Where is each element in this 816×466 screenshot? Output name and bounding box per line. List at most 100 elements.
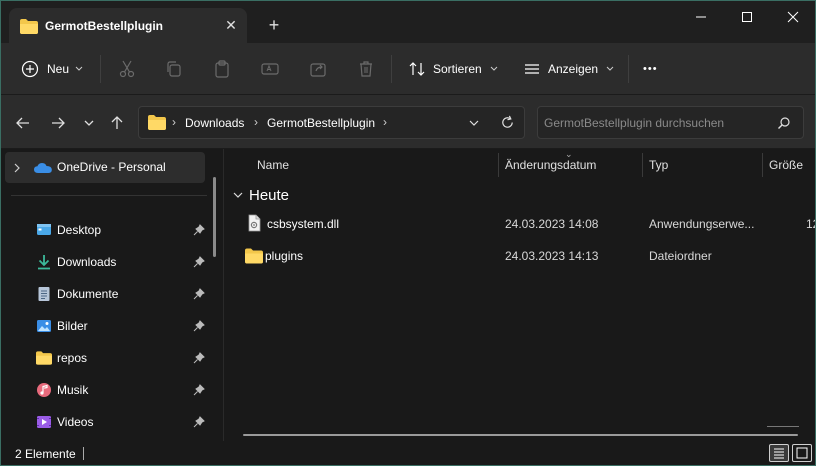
share-icon[interactable] [308,59,328,79]
breadcrumb-germotbestellplugin[interactable]: GermotBestellplugin [267,116,375,130]
chevron-right-icon: › [383,115,387,129]
close-icon [787,11,799,23]
maximize-button[interactable] [724,1,770,33]
sidebar-item-onedrive[interactable]: OneDrive - Personal [5,152,205,183]
close-tab-button[interactable]: ✕ [222,16,240,34]
sidebar-item-documents[interactable]: Dokumente [5,279,205,310]
address-history-chevron-icon[interactable] [468,118,480,128]
new-tab-button[interactable]: + [263,14,285,36]
chevron-down-icon [75,66,83,71]
column-separator[interactable] [498,153,499,177]
pin-icon[interactable] [193,224,205,236]
sidebar-item-label: Musik [57,383,89,397]
pin-icon[interactable] [193,256,205,268]
cut-icon[interactable] [117,59,137,79]
details-view-button[interactable] [769,444,789,462]
sidebar-item-label: Bilder [57,319,88,333]
sort-button[interactable]: Sortieren [408,57,498,81]
chevron-right-icon[interactable] [14,163,21,173]
sidebar-item-label: Downloads [57,255,117,269]
column-header-size[interactable]: Größe [769,158,803,172]
maximize-icon [742,12,752,22]
column-header-name[interactable]: Name [257,158,289,172]
folder-icon [36,351,52,365]
search-icon[interactable] [777,116,791,130]
minimize-button[interactable] [678,1,724,33]
file-date: 24.03.2023 14:13 [505,249,599,263]
title-bar: GermotBestellplugin ✕ + [1,1,815,43]
tab-title: GermotBestellplugin [45,19,164,33]
sort-icon [409,62,425,76]
videos-icon [37,416,51,428]
refresh-icon[interactable] [500,115,515,130]
recent-locations-chevron-icon[interactable] [81,115,97,131]
status-bar: 2 Elemente [1,441,815,465]
pin-icon[interactable] [193,320,205,332]
group-header-today[interactable]: Heute [233,185,289,205]
sidebar-item-music[interactable]: Musik [5,375,205,406]
music-icon [37,383,51,397]
sidebar-item-label: OneDrive - Personal [57,160,166,174]
forward-arrow-icon[interactable] [50,115,66,131]
breadcrumb-downloads[interactable]: Downloads [185,116,244,130]
sidebar-item-desktop[interactable]: Desktop [5,215,205,246]
folder-icon [245,248,263,264]
documents-icon [38,287,50,301]
chevron-right-icon: › [172,115,176,129]
file-list: Name ⌄ Änderungsdatum Typ Größe Heute cs… [225,149,815,441]
scrollbar-corner [767,426,799,427]
minimize-icon [696,16,706,18]
column-header-type[interactable]: Typ [649,158,668,172]
view-button[interactable]: Anzeigen [523,57,614,81]
sidebar-item-label: Dokumente [57,287,119,301]
tiles-view-button[interactable] [792,444,812,462]
paste-icon[interactable] [212,59,232,79]
horizontal-scrollbar[interactable] [243,434,798,436]
separator [628,55,629,83]
file-name: plugins [265,249,304,263]
sidebar-item-downloads[interactable]: Downloads [5,247,205,278]
tiles-view-icon [796,447,808,459]
more-options-button[interactable]: ••• [643,57,658,81]
sort-label: Sortieren [433,62,482,76]
delete-icon[interactable] [356,59,376,79]
divider [11,195,207,196]
column-separator[interactable] [642,153,643,177]
sidebar-scrollbar[interactable] [213,177,216,257]
pin-icon[interactable] [193,288,205,300]
file-date: 24.03.2023 14:08 [505,217,599,231]
pin-icon[interactable] [193,384,205,396]
pin-icon[interactable] [193,416,205,428]
sidebar-item-pictures[interactable]: Bilder [5,311,205,342]
up-arrow-icon[interactable] [109,115,125,131]
column-separator[interactable] [762,153,763,177]
copy-icon[interactable] [164,59,184,79]
new-button[interactable]: Neu [21,57,83,81]
file-size: 12 [806,217,815,231]
view-label: Anzeigen [548,62,599,76]
sidebar-item-repos[interactable]: repos [5,343,205,374]
table-row[interactable]: csbsystem.dll 24.03.2023 14:08 Anwendung… [235,209,815,237]
pane-divider[interactable] [223,149,224,441]
view-icon [525,64,539,74]
file-type: Dateiordner [649,249,712,263]
search-input[interactable]: GermotBestellplugin durchsuchen [537,106,804,139]
divider [83,447,84,460]
chevron-right-icon: › [254,115,258,129]
tab-germotbestellplugin[interactable]: GermotBestellplugin ✕ [9,8,247,43]
chevron-down-icon [490,66,498,71]
pin-icon[interactable] [193,352,205,364]
details-view-icon [774,448,784,459]
folder-icon [148,115,166,130]
close-window-button[interactable] [770,1,815,33]
dll-file-icon [248,214,261,232]
address-bar[interactable]: › Downloads › GermotBestellplugin › [138,106,525,139]
table-row[interactable]: plugins 24.03.2023 14:13 Dateiordner [235,241,815,269]
sidebar-item-videos[interactable]: Videos [5,407,205,438]
rename-icon[interactable] [260,59,280,79]
address-row: › Downloads › GermotBestellplugin › Germ… [1,95,815,149]
column-header-date[interactable]: Änderungsdatum [505,158,596,172]
new-label: Neu [47,62,70,76]
navigation-pane: OneDrive - Personal Desktop Downloads Do… [1,149,219,441]
back-arrow-icon[interactable] [15,115,31,131]
